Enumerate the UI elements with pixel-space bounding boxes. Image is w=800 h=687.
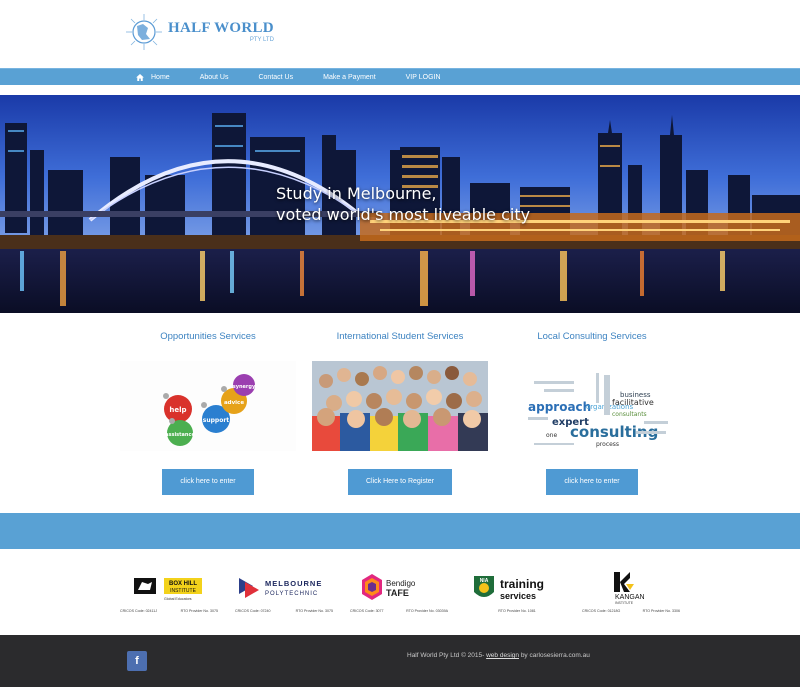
rto-number: RTO Provider No. 03039A: [406, 609, 448, 613]
gears-illustration: help support advice synergy assistance: [120, 361, 296, 451]
rto-number: RTO Provider No. 3075: [295, 609, 333, 613]
cricos-code: CRICOS Code: 3077: [350, 609, 384, 613]
word-cloud-image: approach organizations business facilita…: [504, 361, 680, 451]
home-icon: [136, 74, 144, 81]
partner-name-line1: KANGAN: [615, 594, 645, 601]
gear-word-synergy: synergy: [233, 384, 256, 390]
globe-logo-icon: [126, 14, 162, 50]
nav-item-contact[interactable]: Contact Us: [258, 74, 293, 81]
partner-logos-section: BOX HILL INSTITUTE Global Educators CRIC…: [0, 549, 800, 635]
nav-item-payment[interactable]: Make a Payment: [323, 74, 376, 81]
training-services-logo: NIA training services: [474, 576, 544, 601]
partner-bendigo-tafe[interactable]: Bendigo TAFE CRICOS Code: 3077 RTO Provid…: [350, 568, 448, 618]
partner-name-line2: services: [500, 591, 536, 601]
nav-item-vip-login[interactable]: VIP LOGIN: [406, 74, 441, 81]
cloud-word-approach: approach: [528, 400, 591, 414]
melbourne-polytechnic-logo: MELBOURNE POLYTECHNIC: [239, 578, 322, 598]
partner-badge: NIA: [480, 578, 489, 584]
blue-divider-band: [0, 513, 800, 549]
partner-name-line1: training: [500, 577, 544, 591]
rto-number: RTO Provider No. 1081: [498, 609, 536, 613]
opportunities-enter-button[interactable]: click here to enter: [162, 469, 254, 495]
partner-box-hill[interactable]: BOX HILL INSTITUTE Global Educators CRIC…: [120, 568, 218, 618]
nav-item-about[interactable]: About Us: [200, 74, 229, 81]
nav-item-label: Make a Payment: [323, 74, 376, 81]
cloud-word-one: one: [546, 432, 557, 439]
rto-number: RTO Provider No. 3306: [642, 609, 680, 613]
consulting-word-cloud: approach organizations business facilita…: [504, 361, 680, 451]
site-logo[interactable]: HALF WORLD PTY LTD: [124, 12, 274, 52]
hero-banner: Study in Melbourne, voted world's most l…: [0, 95, 800, 313]
hero-headline: Study in Melbourne, voted world's most l…: [276, 183, 530, 225]
partner-name-line1: MELBOURNE: [265, 579, 322, 588]
gear-word-help: help: [169, 406, 186, 414]
partner-name-line2: TAFE: [386, 588, 409, 598]
service-title: Opportunities Services: [160, 331, 256, 342]
partner-melbourne-polytechnic[interactable]: MELBOURNE POLYTECHNIC CRICOS Code: 07240…: [235, 568, 333, 618]
partner-tagline: Global Educators: [164, 597, 192, 601]
partner-training-services[interactable]: NIA training services RTO Provider No. 1…: [468, 568, 566, 618]
service-title: International Student Services: [336, 331, 464, 342]
register-button[interactable]: Click Here to Register: [348, 469, 452, 495]
partner-name-line2: INSTITUTE: [170, 588, 196, 594]
rto-number: RTO Provider No. 3075: [180, 609, 218, 613]
nav-item-home[interactable]: Home: [136, 74, 170, 81]
partner-kangan-institute[interactable]: KANGAN INSTITUTE CRICOS Code: 01218G RTO …: [582, 568, 680, 618]
partner-name-line2: INSTITUTE: [615, 601, 634, 605]
cloud-word-consultants: consultants: [612, 411, 647, 418]
service-title: Local Consulting Services: [537, 331, 647, 342]
copyright-text: Half World Pty Ltd © 2015-: [407, 652, 485, 659]
service-local-consulting: Local Consulting Services approach organ…: [502, 313, 682, 495]
gear-word-assistance: assistance: [165, 432, 195, 438]
cloud-word-process: process: [596, 441, 619, 448]
credit-text: by carlosesierra.com.au: [520, 652, 590, 659]
facebook-icon[interactable]: f: [127, 651, 147, 671]
logo-title: HALF WORLD: [168, 20, 274, 36]
site-footer: f Half World Pty Ltd © 2015- web design …: [0, 635, 800, 687]
logo-subtitle: PTY LTD: [249, 37, 274, 43]
gears-image: help support advice synergy assistance: [120, 361, 296, 451]
cloud-word-facilitative: facilitative: [612, 398, 654, 407]
service-opportunities: Opportunities Services help support advi…: [118, 313, 298, 495]
partner-name-line1: Bendigo: [386, 579, 416, 588]
gear-word-advice: advice: [224, 400, 244, 406]
services-section: Opportunities Services help support advi…: [0, 313, 800, 513]
nav-item-label: Home: [151, 74, 170, 81]
nav-item-label: Contact Us: [258, 74, 294, 81]
bendigo-tafe-logo: Bendigo TAFE: [362, 574, 416, 600]
partner-name-line2: POLYTECHNIC: [265, 591, 318, 597]
nav-item-label: VIP LOGIN: [405, 74, 441, 81]
partner-name-line1: BOX HILL: [169, 581, 197, 587]
gear-word-support: support: [203, 417, 230, 424]
box-hill-logo: BOX HILL INSTITUTE Global Educators: [134, 578, 202, 601]
footer-copyright: Half World Pty Ltd © 2015- web design by…: [407, 652, 590, 659]
service-international-students: International Student Services Click Her…: [310, 313, 490, 495]
site-header: HALF WORLD PTY LTD: [0, 0, 800, 68]
nav-item-label: About Us: [199, 74, 229, 81]
hero-line-1: Study in Melbourne,: [276, 184, 437, 203]
cricos-code: CRICOS Code: 02411J: [120, 609, 158, 613]
students-photo-image: [312, 361, 488, 451]
students-group-photo: [312, 361, 488, 451]
kangan-logo: KANGAN INSTITUTE: [614, 572, 645, 605]
consulting-enter-button[interactable]: click here to enter: [546, 469, 638, 495]
cricos-code: CRICOS Code: 01218G: [582, 609, 621, 613]
hero-line-2: voted world's most liveable city: [276, 205, 531, 224]
cricos-code: CRICOS Code: 07240: [235, 609, 271, 613]
web-design-link[interactable]: web design: [486, 652, 519, 659]
main-nav: Home About Us Contact Us Make a Payment …: [0, 68, 800, 85]
